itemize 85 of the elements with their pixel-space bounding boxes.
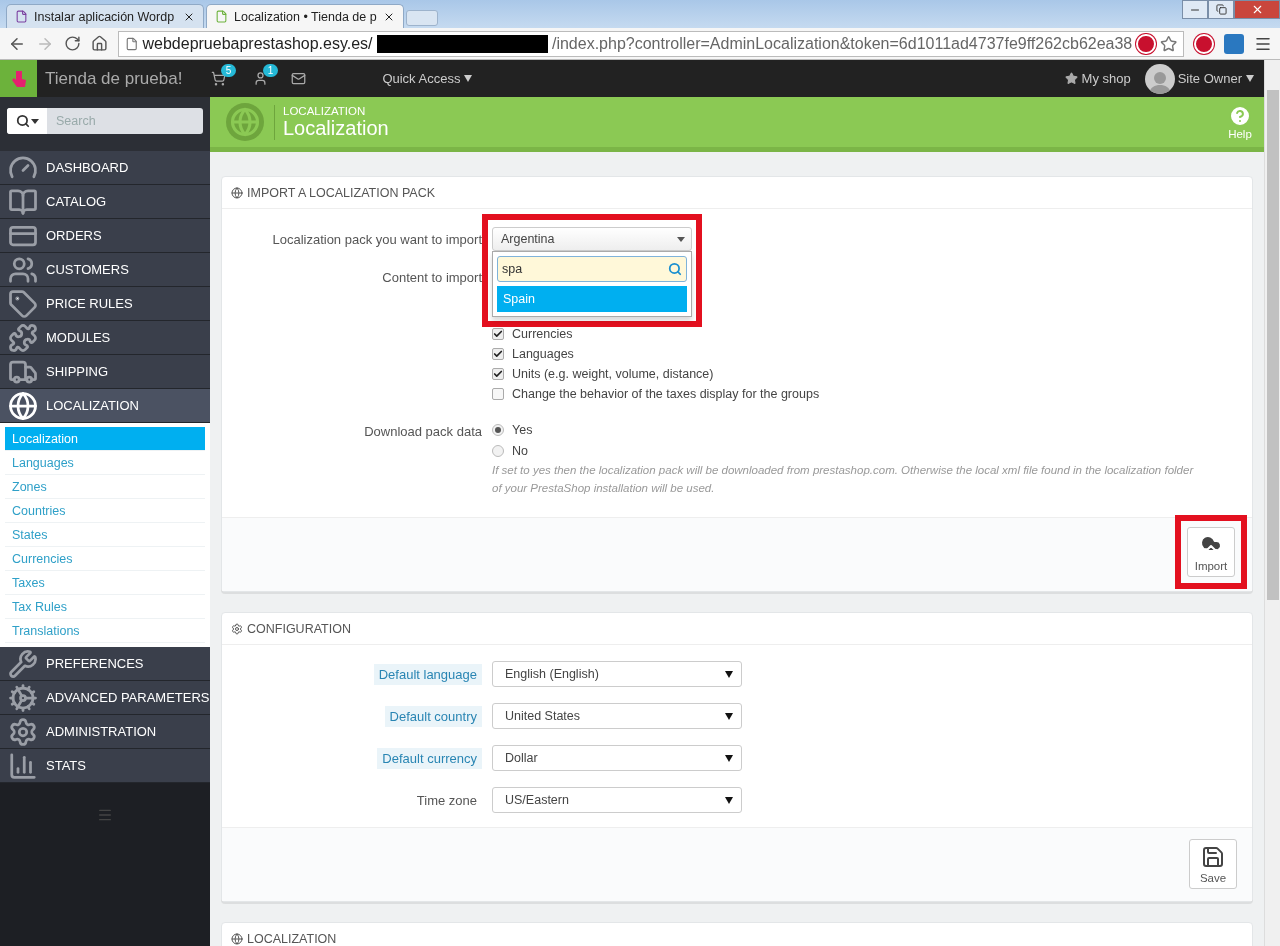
field-label: Localization pack you want to import bbox=[271, 231, 482, 247]
menu-item-icon bbox=[8, 254, 38, 285]
field-label[interactable]: Default language bbox=[373, 663, 482, 685]
select-field[interactable]: English (English) bbox=[492, 661, 742, 687]
menu-item-icon bbox=[8, 390, 38, 421]
panel-title: CONFIGURATION bbox=[247, 621, 351, 636]
restore-button[interactable] bbox=[1208, 0, 1234, 19]
import-button[interactable]: Import bbox=[1187, 527, 1235, 577]
menu-item-icon bbox=[8, 288, 38, 319]
gears-icon bbox=[231, 622, 243, 635]
pack-select[interactable]: Argentina bbox=[492, 227, 692, 251]
panel-title: LOCALIZATION bbox=[247, 931, 337, 946]
mail-icon[interactable] bbox=[290, 71, 306, 86]
search-field[interactable]: Search bbox=[7, 108, 203, 134]
star-icon[interactable] bbox=[1159, 34, 1177, 53]
cart-icon[interactable] bbox=[210, 71, 226, 86]
checkbox[interactable] bbox=[492, 388, 504, 400]
globe-icon bbox=[231, 186, 243, 199]
menu-item[interactable]: PRICE RULES bbox=[0, 287, 210, 321]
menu-item-icon bbox=[8, 322, 38, 353]
search-icon bbox=[15, 114, 30, 128]
field-label[interactable]: Default currency bbox=[377, 747, 482, 769]
checkbox-label[interactable]: Currencies bbox=[512, 327, 573, 341]
panel-title: IMPORT A LOCALIZATION PACK bbox=[247, 185, 435, 200]
checkbox-label[interactable]: Change the behavior of the taxes display for the groups bbox=[512, 387, 820, 401]
home-icon[interactable] bbox=[91, 35, 108, 52]
menu-item[interactable]: ADMINISTRATION bbox=[0, 715, 210, 749]
select-field[interactable]: US/Eastern bbox=[492, 787, 742, 813]
avatar-icon[interactable] bbox=[1144, 63, 1175, 94]
globe-icon bbox=[231, 932, 243, 945]
radio-button[interactable] bbox=[492, 424, 504, 436]
menu-item-icon bbox=[8, 682, 38, 713]
menu-item[interactable]: PREFERENCES bbox=[0, 647, 210, 681]
field-label: Time zone bbox=[415, 791, 478, 810]
restore-icon bbox=[1215, 4, 1227, 15]
globe-icon bbox=[226, 103, 264, 141]
field-label: Content to import bbox=[381, 269, 482, 285]
page-title: Localization bbox=[283, 116, 389, 140]
browser-tab[interactable]: Instalar aplicación Wordp bbox=[6, 4, 204, 28]
menu-item-icon bbox=[8, 186, 38, 217]
menu-item[interactable]: CATALOG bbox=[0, 185, 210, 219]
address-field[interactable]: webdepruebaprestashop.esy.es/ /index.php?controller=AdminLocalization&token=6d1011ad4737fe9ff262cb62ea38 bbox=[118, 30, 1184, 57]
checkbox[interactable] bbox=[492, 368, 504, 380]
minimize-button[interactable] bbox=[1182, 0, 1208, 19]
page-icon bbox=[15, 10, 28, 23]
count-badge: 5 bbox=[220, 64, 237, 77]
page-icon bbox=[215, 10, 228, 23]
checkbox-label[interactable]: Units (e.g. weight, volume, distance) bbox=[512, 367, 714, 381]
user-icon[interactable] bbox=[252, 71, 268, 86]
menu-item[interactable]: STATS bbox=[0, 749, 210, 783]
user-menu[interactable]: Site Owner bbox=[1177, 71, 1254, 86]
menu-item-icon bbox=[8, 750, 38, 781]
checkbox[interactable] bbox=[492, 328, 504, 340]
menu-item[interactable]: CUSTOMERS bbox=[0, 253, 210, 287]
radio-label[interactable]: Yes bbox=[512, 423, 533, 437]
dropdown-search-field[interactable]: spa bbox=[497, 256, 687, 282]
menu-item[interactable]: SHIPPING bbox=[0, 355, 210, 389]
menu-item-icon bbox=[8, 648, 38, 679]
search-icon bbox=[668, 262, 682, 276]
my-shop-link[interactable]: My shop bbox=[1081, 71, 1131, 86]
field-label: Download pack data bbox=[363, 423, 482, 439]
checkbox-label[interactable]: Languages bbox=[512, 347, 574, 361]
radio-label[interactable]: No bbox=[512, 444, 528, 458]
select-field[interactable]: United States bbox=[492, 703, 742, 729]
menu-item[interactable]: MODULES bbox=[0, 321, 210, 355]
select-field[interactable]: Dollar bbox=[492, 745, 742, 771]
save-button[interactable]: Save bbox=[1189, 839, 1237, 889]
radio-button[interactable] bbox=[492, 445, 504, 457]
star-icon bbox=[1064, 72, 1078, 85]
browser-tab[interactable]: Localization • Tienda de p bbox=[206, 4, 404, 28]
checkbox[interactable] bbox=[492, 348, 504, 360]
reload-icon[interactable] bbox=[64, 35, 81, 52]
field-label[interactable]: Default country bbox=[384, 705, 482, 727]
quick-access-menu[interactable]: Quick Access bbox=[382, 71, 473, 86]
help-text: If set to yes then the localization pack will be downloaded from prestashop.com. Otherwise the local xml file found in the localization folder of your PrestaShop installation will be used. bbox=[492, 463, 1195, 496]
menu-item[interactable]: DASHBOARD bbox=[0, 151, 210, 185]
menu-item[interactable]: LOCALIZATION bbox=[0, 389, 210, 423]
shop-name[interactable]: Tienda de prueba! bbox=[45, 68, 183, 89]
search-type-button[interactable] bbox=[7, 108, 47, 134]
scrollbar[interactable] bbox=[1264, 60, 1280, 946]
page-icon bbox=[125, 36, 139, 51]
menu-item[interactable]: ADVANCED PARAMETERS bbox=[0, 681, 210, 715]
menu-item[interactable]: ORDERS bbox=[0, 219, 210, 253]
count-badge: 1 bbox=[262, 64, 279, 77]
menu-item-icon bbox=[8, 716, 38, 747]
